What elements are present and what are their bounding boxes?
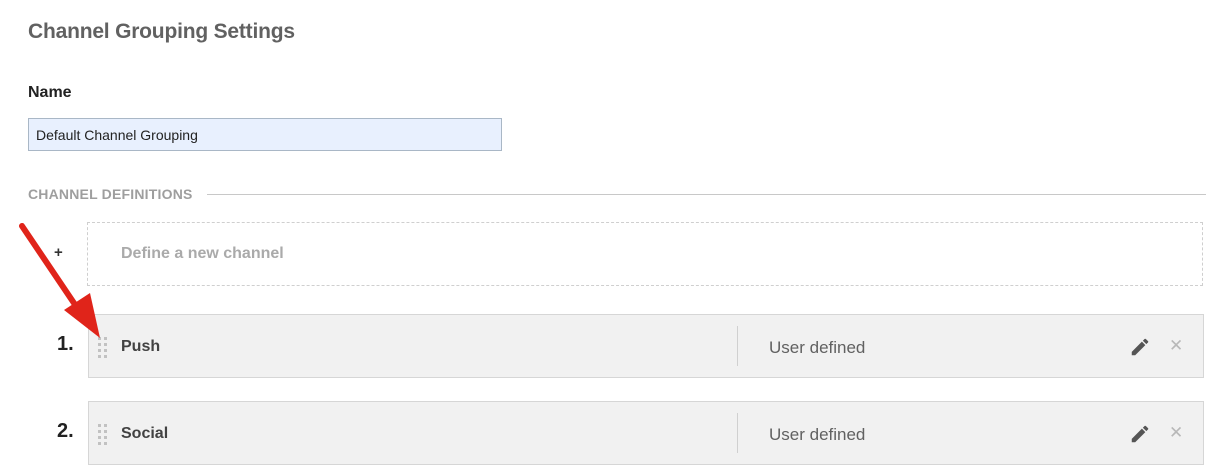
column-divider bbox=[737, 413, 738, 453]
pencil-icon[interactable] bbox=[1129, 336, 1151, 358]
channel-name: Social bbox=[121, 425, 169, 442]
section-label: CHANNEL DEFINITIONS bbox=[28, 186, 193, 202]
define-new-channel-button[interactable]: Define a new channel bbox=[87, 222, 1203, 286]
channel-name: Push bbox=[121, 338, 161, 355]
channel-index: 2. bbox=[57, 420, 74, 442]
page-title: Channel Grouping Settings bbox=[28, 20, 295, 43]
channel-grouping-settings-page: Channel Grouping Settings Name CHANNEL D… bbox=[0, 0, 1222, 472]
column-divider bbox=[737, 326, 738, 366]
channel-row-social[interactable]: Social User defined ✕ bbox=[88, 401, 1204, 465]
close-icon[interactable]: ✕ bbox=[1169, 336, 1183, 356]
channel-row-push[interactable]: Push User defined ✕ bbox=[88, 314, 1204, 378]
add-channel-icon[interactable]: + bbox=[54, 244, 63, 261]
close-icon[interactable]: ✕ bbox=[1169, 423, 1183, 443]
channel-type: User defined bbox=[769, 338, 866, 357]
pencil-icon[interactable] bbox=[1129, 423, 1151, 445]
name-label: Name bbox=[28, 84, 72, 101]
name-input[interactable] bbox=[28, 118, 502, 151]
section-divider bbox=[206, 193, 1206, 195]
channel-index: 1. bbox=[57, 333, 74, 355]
channel-type: User defined bbox=[769, 425, 866, 444]
drag-handle-icon[interactable] bbox=[98, 337, 107, 358]
define-new-channel-label: Define a new channel bbox=[121, 245, 284, 262]
drag-handle-icon[interactable] bbox=[98, 424, 107, 445]
channel-definitions-header: CHANNEL DEFINITIONS bbox=[28, 186, 1206, 202]
